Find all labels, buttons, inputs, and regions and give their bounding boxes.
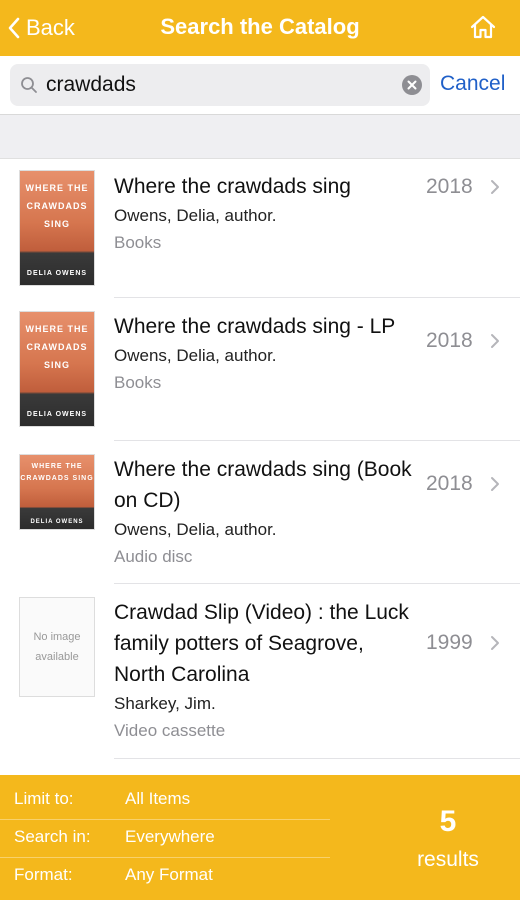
cancel-button[interactable]: Cancel [440,72,505,96]
book-cover: WHERE THE CRAWDADS SING DELIA OWENS [19,170,95,286]
search-in-row[interactable]: Search in: Everywhere [0,827,330,857]
item-year: 1999 [426,631,473,654]
list-item[interactable]: WHERE THE CRAWDADS SING DELIA OWENS Wher… [0,298,520,441]
no-image-placeholder: No image available [19,597,95,697]
chevron-right-icon [491,180,499,194]
item-title: Where the crawdads sing - LP [114,315,396,338]
divider [0,819,330,820]
item-title: Where the crawdads sing [114,175,351,198]
cover-title: WHERE THE CRAWDADS SING [25,183,89,229]
item-format: Books [114,233,162,252]
chevron-right-icon [491,477,499,491]
format-row[interactable]: Format: Any Format [0,865,330,895]
item-year: 2018 [426,175,473,198]
item-format: Video cassette [114,721,226,740]
item-author: Owens, Delia, author. [114,520,277,539]
section-spacer [0,115,520,159]
search-bar: Cancel [0,56,520,115]
format-value[interactable]: Any Format [125,865,213,885]
search-field[interactable] [10,64,430,106]
format-label: Format: [14,865,73,884]
item-author: Sharkey, Jim. [114,694,216,713]
cover-author: DELIA OWENS [26,411,88,418]
limit-label: Limit to: [14,789,74,808]
search-input[interactable] [46,70,396,100]
item-author: Owens, Delia, author. [114,346,277,365]
home-icon[interactable] [470,14,496,40]
limit-row[interactable]: Limit to: All Items [0,789,330,819]
close-icon [407,80,417,90]
search-in-label: Search in: [14,827,91,846]
book-cover: WHERE THE CRAWDADS SING DELIA OWENS [19,311,95,427]
item-format: Books [114,373,162,392]
results-label: results [417,848,479,871]
divider [0,857,330,858]
cover-author: DELIA OWENS [30,519,84,525]
search-options-footer: Limit to: All Items Search in: Everywher… [0,775,520,900]
divider [114,758,520,759]
item-year: 2018 [426,472,473,495]
back-button[interactable]: Back [8,12,75,44]
book-cover: WHERE THE CRAWDADS SING DELIA OWENS [19,454,95,530]
cover-author: DELIA OWENS [26,270,88,277]
item-author: Owens, Delia, author. [114,206,277,225]
item-format: Audio disc [114,547,193,566]
cover-title: WHERE THE CRAWDADS SING [25,324,89,370]
list-item[interactable]: WHERE THE CRAWDADS SING DELIA OWENS Wher… [0,441,520,584]
nav-bar: Back Search the Catalog [0,0,520,56]
clear-search-button[interactable] [402,75,422,95]
chevron-left-icon [8,17,20,39]
limit-value[interactable]: All Items [125,789,190,809]
results-count: 5 [439,805,457,838]
back-label: Back [26,15,75,40]
cover-title: WHERE THE CRAWDADS SING [20,463,94,482]
item-title: Crawdad Slip (Video) : the Luck family p… [114,601,409,686]
search-icon [21,77,37,93]
chevron-right-icon [491,636,499,650]
search-in-value[interactable]: Everywhere [125,827,215,847]
item-year: 2018 [426,329,473,352]
item-title: Where the crawdads sing (Book on CD) [114,458,412,512]
chevron-right-icon [491,334,499,348]
list-item[interactable]: No image available Crawdad Slip (Video) … [0,584,520,759]
results-list[interactable]: WHERE THE CRAWDADS SING DELIA OWENS Wher… [0,159,520,773]
list-item[interactable]: WHERE THE CRAWDADS SING DELIA OWENS Wher… [0,159,520,298]
page-title: Search the Catalog [160,14,360,39]
